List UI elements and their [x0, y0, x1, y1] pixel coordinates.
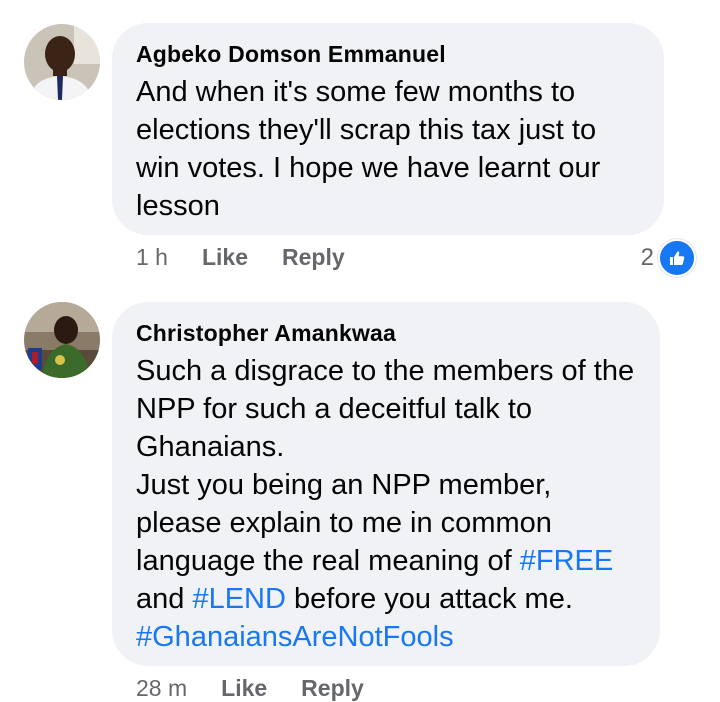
comment-paragraph: Just you being an NPP member, please exp…: [136, 466, 636, 618]
comment-actions: 28 m Like Reply: [136, 675, 398, 702]
comment-author[interactable]: Christopher Amankwaa: [136, 318, 636, 348]
comment-timestamp[interactable]: 28 m: [136, 675, 187, 702]
like-button[interactable]: Like: [221, 675, 267, 702]
hashtag-ghanaians-link[interactable]: #GhanaiansAreNotFools: [136, 621, 454, 653]
comment-paragraph: #GhanaiansAreNotFools: [136, 618, 636, 656]
avatar[interactable]: [24, 302, 100, 378]
hashtag-lend-link[interactable]: #LEND: [192, 583, 286, 615]
comment-2: Christopher Amankwaa Such a disgrace to …: [0, 0, 720, 702]
hashtag-free-link[interactable]: #FREE: [520, 545, 613, 577]
comment-text-segment: before you attack me.: [285, 583, 573, 615]
comment-bubble: Christopher Amankwaa Such a disgrace to …: [112, 302, 660, 666]
comment-text-segment: Just you being an NPP member, please exp…: [136, 469, 552, 577]
comment-text: Such a disgrace to the members of the NP…: [136, 352, 636, 656]
comment-paragraph: Such a disgrace to the members of the NP…: [136, 355, 635, 463]
comment-text-segment: and: [136, 583, 193, 615]
reply-button[interactable]: Reply: [301, 675, 364, 702]
